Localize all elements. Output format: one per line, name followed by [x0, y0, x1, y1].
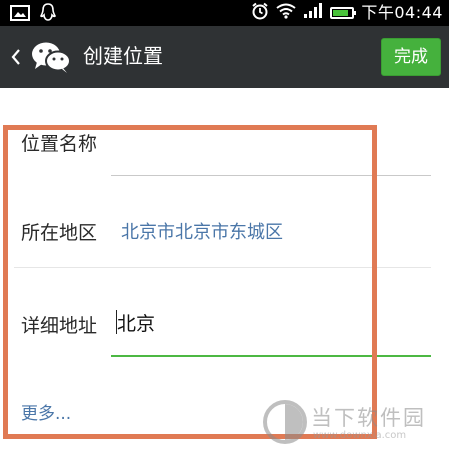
watermark-url: www.downxia.com — [313, 430, 407, 441]
battery-fill — [333, 10, 349, 16]
watermark-logo-icon — [263, 400, 307, 444]
page-title: 创建位置 — [83, 44, 163, 68]
more-link[interactable]: 更多... — [21, 402, 71, 426]
wifi-icon — [276, 3, 296, 23]
signal-icon — [303, 3, 323, 23]
location-name-label: 位置名称 — [21, 133, 98, 155]
detail-address-input[interactable]: 北京 — [117, 311, 155, 337]
detail-address-underline — [111, 355, 431, 357]
location-name-input[interactable] — [111, 140, 431, 176]
location-name-underline — [111, 175, 431, 176]
done-button[interactable]: 完成 — [381, 38, 441, 76]
region-divider — [14, 267, 431, 268]
qq-notification-icon — [40, 3, 56, 27]
detail-address-label: 详细地址 — [21, 315, 98, 337]
image-notification-icon — [10, 5, 30, 25]
wechat-logo-icon — [30, 40, 72, 78]
watermark-text: 当下软件园 — [311, 406, 426, 430]
status-time: 下午04:44 — [361, 3, 443, 22]
back-arrow-icon[interactable] — [8, 44, 24, 70]
status-bar: 下午04:44 — [0, 0, 449, 26]
battery-icon — [330, 7, 357, 19]
region-value[interactable]: 北京市北京市东城区 — [121, 220, 283, 246]
watermark: 当下软件园 www.downxia.com — [263, 400, 424, 448]
title-bar: 创建位置 完成 — [0, 26, 449, 88]
region-label: 所在地区 — [21, 222, 98, 244]
alarm-icon — [251, 2, 269, 24]
